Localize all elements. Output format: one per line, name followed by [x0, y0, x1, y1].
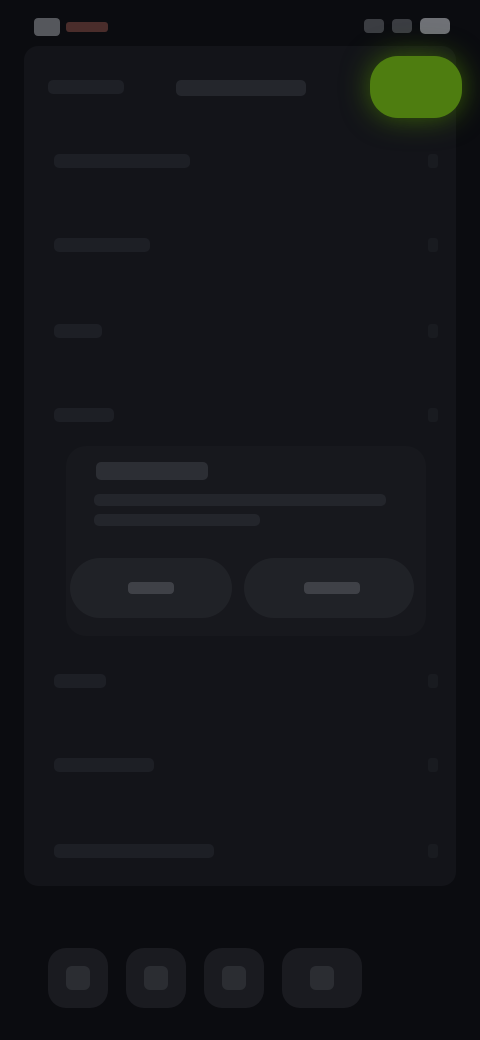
settings-panel	[24, 46, 462, 886]
chevron-right-icon	[428, 844, 438, 858]
app-screen	[0, 0, 480, 1040]
dialog-title	[96, 462, 208, 480]
tab-home[interactable]	[48, 948, 108, 1008]
settings-row[interactable]	[24, 122, 456, 202]
battery-icon	[420, 18, 450, 34]
confirm-button[interactable]	[370, 56, 462, 118]
settings-row-label	[54, 238, 150, 252]
settings-row-label	[54, 758, 154, 772]
confirm-dialog-button-label	[304, 582, 360, 594]
dialog-message	[94, 514, 260, 526]
settings-row[interactable]	[24, 726, 456, 806]
settings-row-label	[54, 674, 106, 688]
confirm-dialog-button[interactable]	[244, 558, 414, 618]
chevron-right-icon	[428, 324, 438, 338]
tab-library[interactable]	[204, 948, 264, 1008]
search-icon	[144, 966, 168, 990]
tab-bar	[0, 920, 480, 1040]
app-logo-wordmark	[66, 22, 108, 32]
settings-row[interactable]	[24, 292, 456, 372]
chevron-right-icon	[428, 758, 438, 772]
home-icon	[66, 966, 90, 990]
wifi-icon	[392, 19, 412, 33]
settings-row[interactable]	[24, 642, 456, 722]
signal-icon	[364, 19, 384, 33]
back-button[interactable]	[48, 80, 124, 94]
settings-row-label	[54, 324, 102, 338]
chevron-right-icon	[428, 238, 438, 252]
cancel-button-label	[128, 582, 174, 594]
library-icon	[222, 966, 246, 990]
settings-row-label	[54, 154, 190, 168]
profile-icon	[310, 966, 334, 990]
chevron-right-icon	[428, 154, 438, 168]
cancel-button[interactable]	[70, 558, 232, 618]
chevron-right-icon	[428, 674, 438, 688]
confirm-dialog	[66, 446, 426, 636]
settings-row[interactable]	[24, 206, 456, 286]
chevron-right-icon	[428, 408, 438, 422]
page-title	[176, 80, 306, 96]
status-icons	[364, 18, 450, 34]
tab-profile[interactable]	[282, 948, 362, 1008]
settings-row[interactable]	[24, 376, 456, 456]
settings-row-label	[54, 844, 214, 858]
settings-row-label	[54, 408, 114, 422]
dialog-message	[94, 494, 386, 506]
tab-search[interactable]	[126, 948, 186, 1008]
app-logo-icon	[34, 18, 60, 36]
settings-row[interactable]	[24, 812, 456, 892]
